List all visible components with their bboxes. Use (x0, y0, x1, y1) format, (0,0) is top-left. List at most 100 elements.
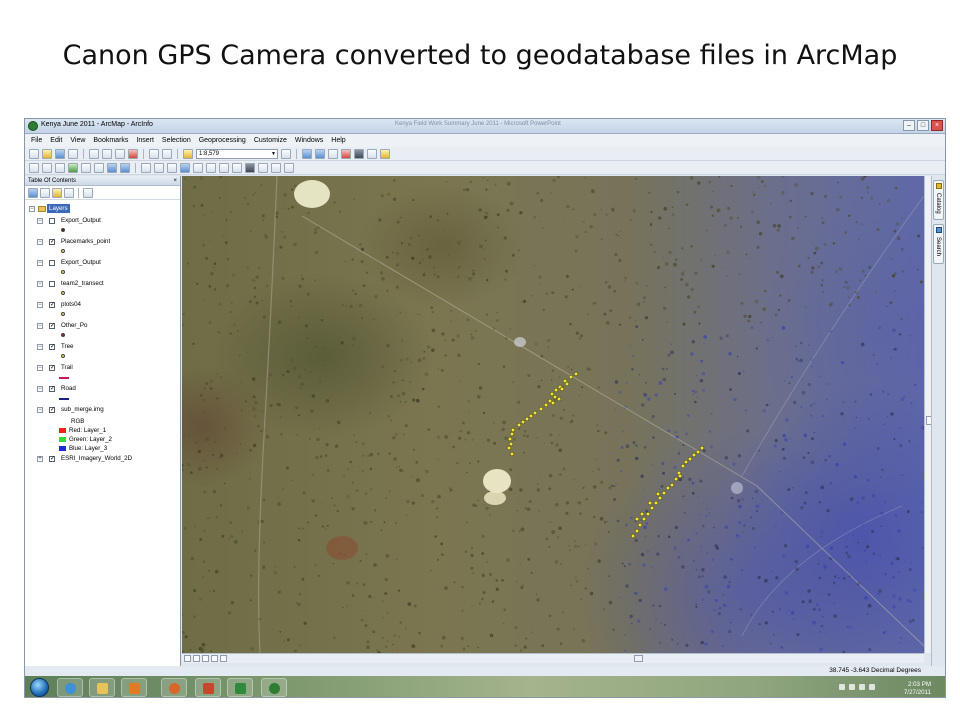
go-back-icon[interactable] (107, 162, 117, 173)
layer-visibility-checkbox[interactable] (49, 218, 55, 224)
collapse-toggle-icon[interactable]: − (37, 386, 43, 392)
volume-icon[interactable] (869, 684, 875, 690)
taskbar-file-explorer[interactable] (89, 678, 115, 697)
toc-layer-row[interactable]: − ✓ Road (25, 384, 175, 394)
layer-visibility-checkbox[interactable]: ✓ (49, 386, 55, 392)
select-elements-icon[interactable] (167, 162, 177, 173)
create-viewer-icon[interactable] (284, 162, 294, 173)
scroll-left-icon[interactable] (220, 655, 227, 662)
toc-layer-row[interactable]: − ✓ Tree (25, 342, 175, 352)
menu-edit[interactable]: Edit (50, 137, 62, 144)
menu-view[interactable]: View (70, 137, 85, 144)
minimize-button[interactable]: – (903, 120, 915, 131)
taskbar-media-player[interactable] (121, 678, 147, 697)
taskbar-arcmap[interactable] (261, 678, 287, 697)
collapse-toggle-icon[interactable]: − (37, 302, 43, 308)
list-by-selection-icon[interactable] (64, 187, 74, 198)
menu-windows[interactable]: Windows (295, 137, 323, 144)
collapse-toggle-icon[interactable]: − (37, 344, 43, 350)
toc-layer-row[interactable]: − ✓ Placemarks_point (25, 237, 175, 247)
map-canvas[interactable] (182, 176, 924, 653)
collapse-toggle-icon[interactable]: − (37, 260, 43, 266)
delete-icon[interactable] (128, 148, 138, 159)
layer-visibility-checkbox[interactable]: ✓ (49, 344, 55, 350)
layout-view-icon[interactable] (193, 655, 200, 662)
pause-drawing-icon[interactable] (211, 655, 218, 662)
clear-selection-icon[interactable] (154, 162, 164, 173)
clock-time[interactable]: 2:03 PM (908, 681, 931, 688)
toc-layer-row[interactable]: − ✓ plots04 (25, 300, 175, 310)
html-popup-icon[interactable] (206, 162, 216, 173)
table-of-contents-icon[interactable] (302, 148, 312, 159)
toc-layer-row[interactable]: − ✓ Other_Po (25, 321, 175, 331)
collapse-toggle-icon[interactable]: − (29, 206, 35, 212)
menu-geoprocessing[interactable]: Geoprocessing (199, 137, 246, 144)
chevron-down-icon[interactable]: ▼ (271, 150, 276, 158)
list-by-drawing-order-icon[interactable] (28, 187, 38, 198)
maximize-button[interactable]: □ (917, 120, 929, 131)
open-folder-icon[interactable] (42, 148, 52, 159)
flag-icon[interactable] (849, 684, 855, 690)
menu-selection[interactable]: Selection (162, 137, 191, 144)
collapse-toggle-icon[interactable]: − (37, 407, 43, 413)
print-icon[interactable] (68, 148, 78, 159)
show-hidden-icons-icon[interactable] (839, 684, 845, 690)
identify-icon[interactable] (180, 162, 190, 173)
search-window-icon[interactable] (328, 148, 338, 159)
collapse-toggle-icon[interactable]: − (37, 281, 43, 287)
undo-icon[interactable] (149, 148, 159, 159)
collapse-toggle-icon[interactable]: − (37, 218, 43, 224)
layer-visibility-checkbox[interactable]: ✓ (49, 456, 55, 462)
taskbar-internet-explorer[interactable] (57, 678, 83, 697)
zoom-in-icon[interactable] (29, 162, 39, 173)
toc-options-icon[interactable] (83, 187, 93, 198)
toc-layer-row[interactable]: − ✓ sub_merge.img (25, 405, 175, 415)
menu-customize[interactable]: Customize (254, 137, 287, 144)
layer-visibility-checkbox[interactable] (49, 260, 55, 266)
fixed-zoom-out-icon[interactable] (94, 162, 104, 173)
layer-visibility-checkbox[interactable]: ✓ (49, 239, 55, 245)
expand-toggle-icon[interactable]: + (37, 456, 43, 462)
list-by-visibility-icon[interactable] (52, 187, 62, 198)
layer-visibility-checkbox[interactable]: ✓ (49, 302, 55, 308)
add-data-icon[interactable] (183, 148, 193, 159)
close-button[interactable]: × (931, 120, 943, 131)
full-extent-icon[interactable] (68, 162, 78, 173)
map-scale-input[interactable]: 1:8,579 ▼ (196, 148, 278, 159)
zoom-out-icon[interactable] (42, 162, 52, 173)
pan-icon[interactable] (55, 162, 65, 173)
layer-visibility-checkbox[interactable] (49, 281, 55, 287)
select-features-icon[interactable] (141, 162, 151, 173)
clock-date[interactable]: 7/27/2011 (904, 689, 931, 696)
copy-icon[interactable] (102, 148, 112, 159)
fixed-zoom-in-icon[interactable] (81, 162, 91, 173)
collapse-toggle-icon[interactable]: − (37, 323, 43, 329)
catalog-window-icon[interactable] (315, 148, 325, 159)
model-builder-icon[interactable] (367, 148, 377, 159)
map-display[interactable] (182, 176, 924, 653)
menu-insert[interactable]: Insert (136, 137, 154, 144)
taskbar-powerpoint[interactable] (195, 678, 221, 697)
layer-visibility-checkbox[interactable]: ✓ (49, 323, 55, 329)
paste-icon[interactable] (115, 148, 125, 159)
catalog-tab[interactable]: Catalog (933, 180, 944, 220)
list-by-source-icon[interactable] (40, 187, 50, 198)
editor-toolbar-icon[interactable] (281, 148, 291, 159)
refresh-icon[interactable] (202, 655, 209, 662)
collapse-toggle-icon[interactable]: − (37, 239, 43, 245)
save-icon[interactable] (55, 148, 65, 159)
hyperlink-icon[interactable] (193, 162, 203, 173)
help-icon[interactable] (380, 148, 390, 159)
find-route-icon[interactable] (232, 162, 242, 173)
toc-layer-row[interactable]: − Export_Output (25, 216, 175, 226)
toc-close-icon[interactable]: × (173, 176, 177, 186)
network-icon[interactable] (859, 684, 865, 690)
start-button[interactable] (30, 678, 49, 697)
taskbar-firefox[interactable] (161, 678, 187, 697)
layer-visibility-checkbox[interactable]: ✓ (49, 407, 55, 413)
go-to-xy-icon[interactable] (258, 162, 268, 173)
time-slider-icon[interactable] (271, 162, 281, 173)
data-view-icon[interactable] (184, 655, 191, 662)
menu-help[interactable]: Help (331, 137, 345, 144)
go-forward-icon[interactable] (120, 162, 130, 173)
